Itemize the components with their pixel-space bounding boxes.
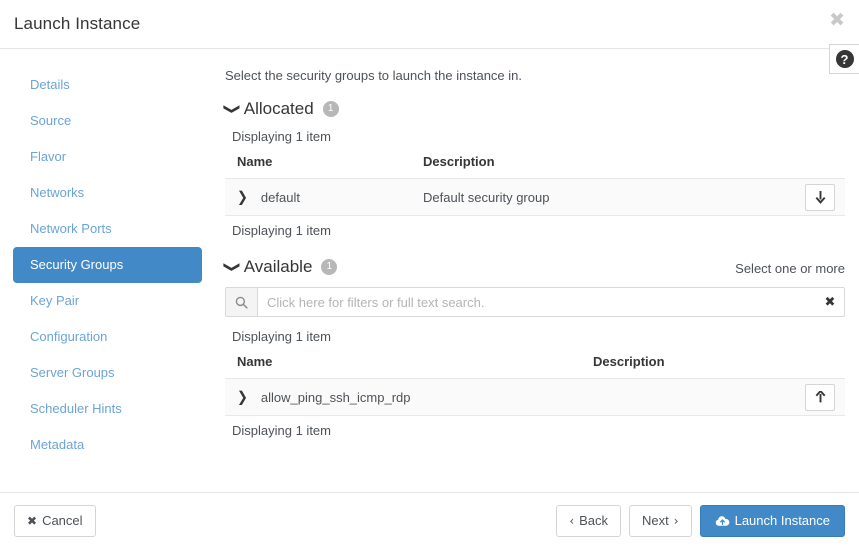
chevron-right-icon[interactable]: ❯ [237,389,248,406]
available-section-header: ❮ Available 1 Select one or more [222,257,845,277]
back-button-label: Back [579,513,609,528]
available-count-bottom: Displaying 1 item [232,423,331,438]
available-hint: Select one or more [735,261,845,276]
available-count-top: Displaying 1 item [232,329,331,344]
allocated-count-badge: 1 [322,101,339,117]
cancel-button-label: Cancel [42,513,83,528]
help-button[interactable]: ? [829,44,859,74]
clear-search-icon[interactable]: ✖ [816,288,844,316]
table-header-row: Name Description [225,351,845,379]
allocated-count-top: Displaying 1 item [232,129,331,144]
chevron-left-icon: ‹ [569,513,575,528]
sidebar-item-network-ports[interactable]: Network Ports [13,211,202,247]
table-row[interactable]: ❯ allow_ping_ssh_icmp_rdp [225,378,845,416]
chevron-down-icon[interactable]: ❮ [222,103,240,115]
allocated-row-name: default [260,189,300,205]
arrow-up-icon [815,390,826,404]
sidebar-item-source[interactable]: Source [13,103,202,139]
filter-search-bar: ✖ [225,287,845,317]
sidebar-item-security-groups[interactable]: Security Groups [13,247,202,283]
allocate-button[interactable] [805,383,835,411]
page-title: Launch Instance [14,14,141,33]
allocated-col-name: Name [237,154,273,169]
available-title: Available [243,257,313,276]
launch-instance-button[interactable]: Launch Instance [699,504,845,537]
available-col-description: Description [593,354,665,369]
sidebar-item-configuration[interactable]: Configuration [13,319,202,355]
available-row-name: allow_ping_ssh_icmp_rdp [260,389,411,405]
table-row[interactable]: ❯ default Default security group [225,178,845,216]
allocated-count-bottom: Displaying 1 item [232,223,331,238]
next-button-label: Next [642,513,669,528]
sidebar-item-server-groups[interactable]: Server Groups [13,355,202,391]
close-icon[interactable]: ✖ [829,11,845,30]
close-x-icon: ✖ [27,513,38,528]
next-button[interactable]: Next › [629,504,692,537]
sidebar-item-key-pair[interactable]: Key Pair [13,283,202,319]
sidebar-item-scheduler-hints[interactable]: Scheduler Hints [13,391,202,427]
chevron-right-icon[interactable]: ❯ [237,189,248,206]
back-button[interactable]: ‹ Back [556,504,622,537]
table-header-row: Name Description [225,151,845,179]
cloud-upload-icon [715,515,730,527]
dialog-header: Launch Instance ✖ [0,0,859,49]
deallocate-button[interactable] [805,183,835,211]
allocated-row-name-cell: ❯ default [225,178,423,216]
available-row-description [593,378,789,416]
search-icon[interactable] [226,288,258,316]
allocated-row-action-cell [789,178,845,216]
dialog-footer: ✖ Cancel ‹ Back Next › Launch Instance [0,492,859,548]
launch-instance-label: Launch Instance [734,513,830,528]
available-col-name: Name [237,354,273,369]
allocated-table: Name Description ❯ default Default secur… [225,151,845,216]
available-row-action-cell [789,378,845,416]
footer-actions: ‹ Back Next › Launch Instance [556,504,845,537]
allocated-title: Allocated [243,99,314,118]
sidebar-item-details[interactable]: Details [13,67,202,103]
available-table: Name Description ❯ allow_ping_ssh_icmp_r… [225,351,845,416]
available-count-badge: 1 [321,259,338,275]
allocated-col-action [789,151,845,179]
sidebar-item-flavor[interactable]: Flavor [13,139,202,175]
sidebar-item-networks[interactable]: Networks [13,175,202,211]
allocated-section-header: ❮ Allocated 1 [222,99,845,119]
available-col-action [789,351,845,379]
allocated-row-description: Default security group [423,178,789,216]
security-groups-step: Select the security groups to launch the… [215,49,859,492]
step-description: Select the security groups to launch the… [225,68,523,83]
chevron-right-icon: › [673,513,679,528]
help-icon: ? [835,50,854,68]
dialog-body: Details Source Flavor Networks Network P… [0,49,859,492]
wizard-sidebar: Details Source Flavor Networks Network P… [0,49,215,492]
launch-instance-dialog: Launch Instance ✖ ? Details Source Flavo… [0,0,859,548]
arrow-down-icon [815,190,826,204]
available-row-name-cell: ❯ allow_ping_ssh_icmp_rdp [225,378,593,416]
allocated-col-description: Description [423,154,495,169]
search-input[interactable] [258,288,816,316]
chevron-down-icon[interactable]: ❮ [222,261,240,273]
sidebar-item-metadata[interactable]: Metadata [13,427,202,463]
cancel-button[interactable]: ✖ Cancel [14,504,96,537]
